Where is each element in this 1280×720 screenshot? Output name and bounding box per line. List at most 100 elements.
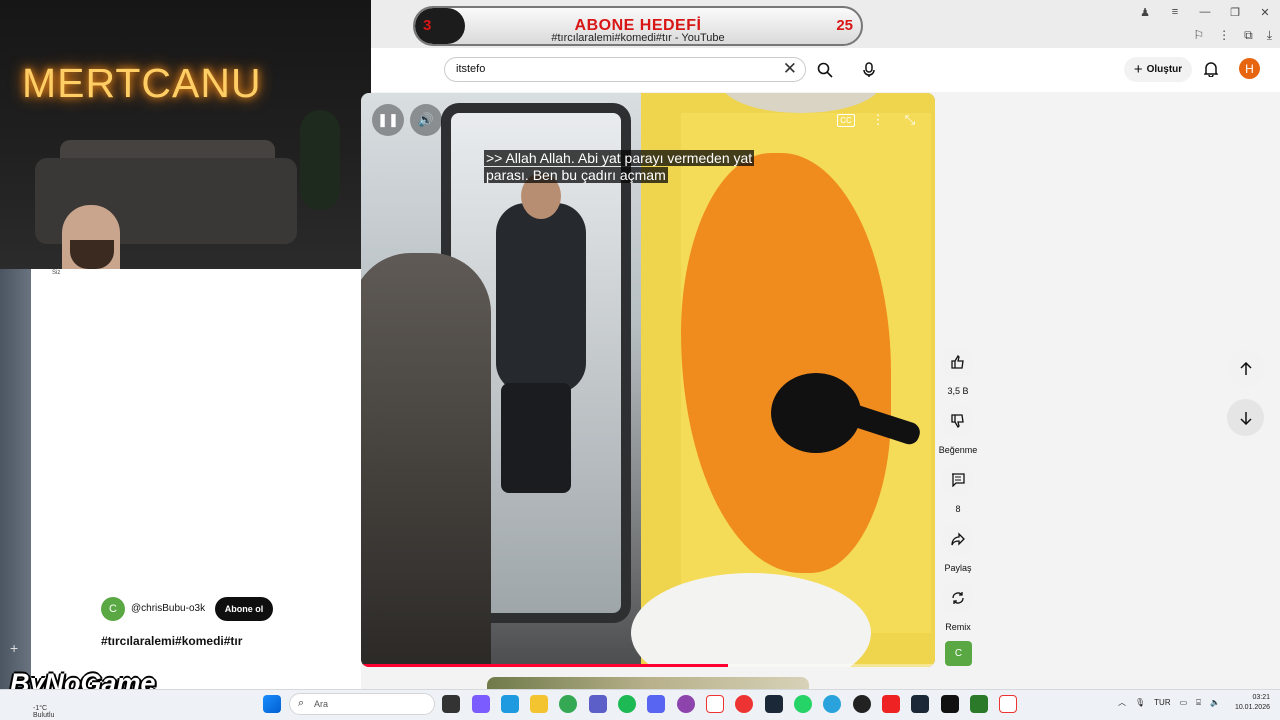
channel-avatar[interactable]: C [101,597,125,621]
streamer-beard [70,240,114,269]
chevron-up-icon[interactable]: ︿ [1118,697,1126,708]
maximize-button[interactable]: ❐ [1220,0,1250,24]
download-icon[interactable]: ⤓ [1267,28,1272,43]
fullscreen-button[interactable]: ⤡ [894,104,926,136]
volume-tray-icon[interactable]: 🔈 [1210,698,1220,707]
foreground-man [361,253,491,667]
window-controls: ♟ ≡ — ❐ ✕ [1130,0,1280,24]
more-vert-icon: ⋮ [871,112,885,127]
share-label: Paylaş [944,563,972,573]
webcam-overlay: MERTCANU [0,0,371,269]
microphone-tray-icon[interactable]: 🎙 [1135,698,1145,707]
recorder-icon[interactable] [882,695,900,713]
pause-icon: ❚❚ [377,112,399,127]
caption-line-2: parası. Ben bu çadırı açmam [484,167,668,183]
clock-date: 10.01.2026 [1234,704,1270,711]
task-view-icon[interactable] [442,695,460,713]
plus-icon[interactable]: + [10,640,18,656]
telegram-icon[interactable] [823,695,841,713]
pause-button[interactable]: ❚❚ [372,104,404,136]
search-value: itstefo [456,63,486,75]
voice-search-button[interactable] [855,56,882,83]
share-button[interactable] [942,523,974,555]
share-icon [951,532,965,546]
create-button[interactable]: + Oluştur [1124,57,1192,82]
next-video-preview[interactable] [487,677,809,689]
edge-icon[interactable] [501,695,519,713]
like-button[interactable] [942,346,974,378]
menu-icon[interactable]: ≡ [1160,0,1190,24]
more-icon[interactable]: ⋮ [1218,28,1230,43]
teams-icon[interactable] [589,695,607,713]
video-hashtags[interactable]: #tırcılaralemi#komedi#tır [101,634,242,648]
taskbar-clock[interactable]: 03:21 10.01.2026 [1228,693,1270,713]
more-options-button[interactable]: ⋮ [862,104,894,136]
arrow-up-icon [1239,361,1252,375]
account-avatar[interactable]: H [1239,58,1260,79]
remix-label: Remix [945,622,971,632]
comment-icon [952,473,965,487]
thumbs-up-icon [951,355,964,369]
bell-icon [1204,62,1218,77]
volume-button[interactable]: 🔊 [410,104,442,136]
app-icon[interactable] [677,695,695,713]
extensions-icon[interactable]: ⧉ [1244,28,1253,43]
create-label: Oluştur [1146,64,1183,75]
clear-search-icon[interactable]: ✕ [783,59,797,79]
bookmark-icon[interactable]: ⚐ [1193,28,1204,43]
share-action[interactable]: Paylaş [938,523,978,573]
microphone-icon [862,61,875,77]
arrow-down-icon [1239,411,1252,425]
taskbar-search[interactable]: Ara [289,693,435,715]
remix-button[interactable] [942,582,974,614]
cc-icon: CC [837,113,855,127]
shorts-video-player[interactable]: ❚❚ 🔊 CC ⋮ ⤡ >> Allah Allah. Abi yat para… [361,93,935,667]
dislike-button[interactable] [942,405,974,437]
close-window-button[interactable]: ✕ [1250,0,1280,24]
steam-icon[interactable] [765,695,783,713]
search-icon: ⌕ [298,697,305,709]
dislike-action[interactable]: Beğenme [938,405,978,455]
subscribe-button[interactable]: Abone ol [215,597,273,621]
windows-taskbar [0,689,1280,720]
file-explorer-icon[interactable] [530,695,548,713]
channel-handle[interactable]: @chrisBubu-o3k [131,603,205,614]
windows-start-icon[interactable] [263,695,281,713]
language-indicator[interactable]: TUR [1154,698,1170,707]
video-captions: >> Allah Allah. Abi yat parayı vermeden … [484,150,760,184]
browser-tab-title: #tırcılaralemi#komedi#tır - YouTube [551,32,725,44]
obs-icon[interactable] [853,695,871,713]
dislike-label: Beğenme [938,445,978,455]
spotify-icon[interactable] [618,695,636,713]
volume-icon: 🔊 [417,112,435,127]
search-button[interactable] [806,57,844,82]
next-video-button[interactable] [1227,399,1264,436]
steam-icon-2[interactable] [911,695,929,713]
comments-action[interactable]: 8 [938,464,978,514]
epic-games-icon[interactable] [941,695,959,713]
game-launcher-icon[interactable] [970,695,988,713]
weather-widget[interactable]: -1°C Bulutlu [33,705,54,719]
previous-video-button[interactable] [1227,350,1264,387]
chrome-icon[interactable] [559,695,577,713]
plus-icon: + [1133,61,1143,78]
notifications-button[interactable] [1199,57,1223,81]
profile-icon[interactable]: ♟ [1130,0,1160,24]
remix-action[interactable]: Remix [938,582,978,632]
search-icon [817,62,833,78]
discord-icon[interactable] [647,695,665,713]
like-action[interactable]: 3,5 B [938,346,978,396]
network-icon[interactable]: ⌸ [1196,698,1201,708]
captions-button[interactable]: CC [830,104,862,136]
minimize-button[interactable]: — [1190,0,1220,24]
copilot-icon[interactable] [472,695,490,713]
search-input[interactable]: itstefo ✕ [444,57,806,82]
comments-button[interactable] [942,464,974,496]
opera-icon[interactable] [735,695,753,713]
yandex-icon-2[interactable] [999,695,1017,713]
whatsapp-icon[interactable] [794,695,812,713]
display-icon[interactable]: ▭ [1180,698,1188,707]
channel-thumbnail[interactable]: C [945,641,972,666]
yandex-browser-icon[interactable] [706,695,724,713]
progress-fill [361,664,729,667]
